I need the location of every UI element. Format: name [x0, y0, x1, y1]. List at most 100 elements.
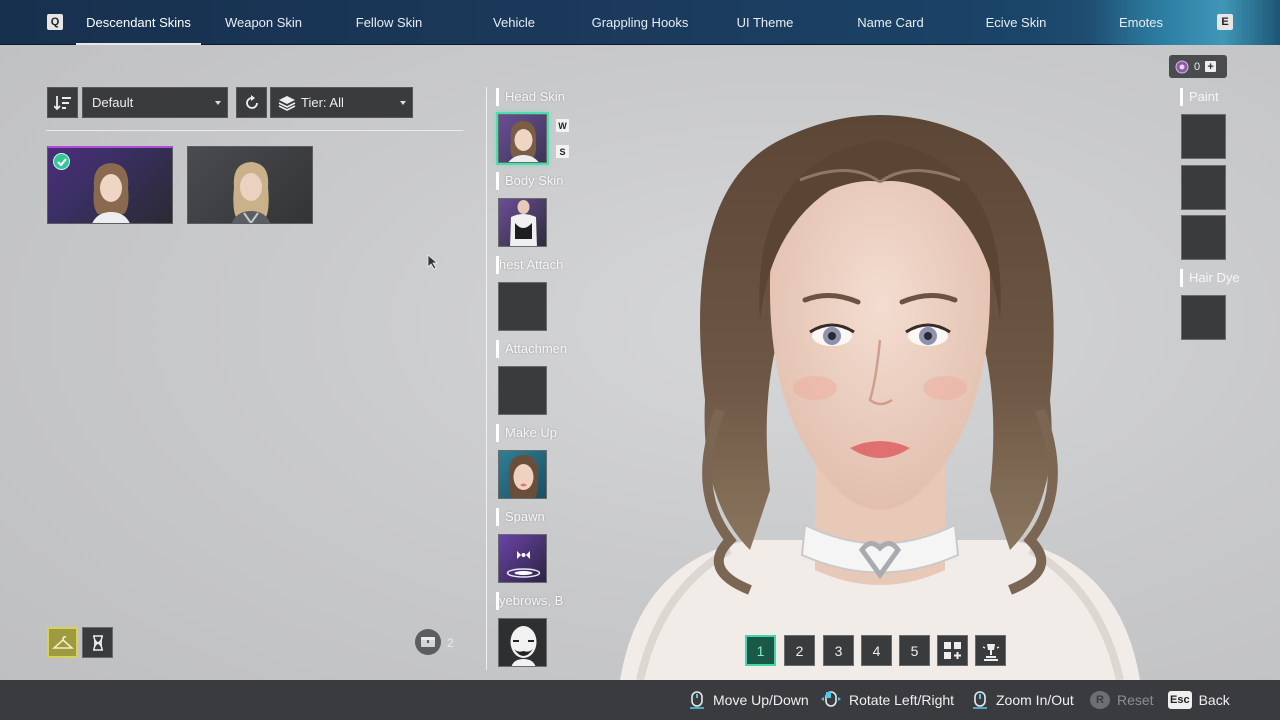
next-tab-key[interactable]: E — [1217, 14, 1233, 30]
sort-dropdown[interactable]: Default — [82, 87, 228, 118]
slot-eyebrows-beard[interactable] — [498, 618, 547, 667]
history-button[interactable] — [82, 627, 113, 658]
hair-dye-label: Hair Dye — [1180, 269, 1240, 287]
hint-back[interactable]: Esc Back — [1168, 680, 1230, 720]
filter-divider — [46, 130, 463, 131]
tab-vehicle[interactable]: Vehicle — [478, 0, 550, 45]
slot-head-skin[interactable] — [496, 112, 549, 165]
tab-label: Fellow Skin — [355, 15, 423, 30]
sort-value: Default — [92, 95, 134, 110]
add-preset-button[interactable] — [937, 635, 968, 666]
skin-portrait — [231, 162, 271, 223]
tab-label: Descendant Skins — [86, 15, 191, 30]
currency-value: 0 — [1194, 60, 1201, 73]
tier-value: Tier: All — [301, 95, 344, 110]
slot-body-skin[interactable] — [498, 198, 547, 247]
hint-label: Move Up/Down — [713, 692, 809, 708]
slot-attachment[interactable] — [498, 366, 547, 415]
spawn-thumbnail — [506, 551, 541, 578]
equipped-check-icon — [53, 153, 70, 170]
hint-label: Zoom In/Out — [996, 692, 1074, 708]
slot-label-head-skin: Head Skin — [496, 88, 576, 106]
character-preview — [620, 115, 1140, 680]
prev-tab-key[interactable]: Q — [47, 14, 63, 30]
skin-card[interactable] — [187, 146, 313, 224]
slot-label-make-up: Make Up — [496, 424, 576, 442]
layers-icon — [278, 96, 296, 111]
caret-down-icon — [400, 101, 406, 105]
storage-button[interactable] — [415, 629, 441, 655]
hint-label: Back — [1198, 692, 1230, 708]
sort-descending-icon — [53, 95, 71, 110]
preset-4[interactable]: 4 — [861, 635, 892, 666]
reset-key: R — [1090, 691, 1110, 709]
body-skin-thumbnail — [510, 200, 537, 246]
skin-portrait — [92, 163, 130, 223]
tab-label: Ecive Skin — [985, 15, 1047, 30]
storage-count: 2 — [447, 636, 454, 650]
mouse-wheel-icon — [973, 691, 987, 709]
slot-label-attachment: Attachmen — [496, 340, 576, 358]
tab-grappling-hooks[interactable]: Grappling Hooks — [580, 0, 700, 45]
preset-3[interactable]: 3 — [823, 635, 854, 666]
wardrobe-button[interactable] — [47, 627, 78, 658]
paint-slot-1[interactable] — [1181, 114, 1226, 159]
hourglass-icon — [92, 634, 103, 651]
slot-column-divider — [486, 87, 487, 670]
bottom-hint-bar — [0, 680, 1280, 720]
tab-weapon-skin[interactable]: Weapon Skin — [213, 0, 314, 45]
skin-card-equipped[interactable] — [47, 146, 173, 224]
slot-label-chest-attachment: hest Attach — [496, 256, 576, 274]
preset-1[interactable]: 1 — [745, 635, 776, 666]
top-nav: Q Descendant Skins Weapon Skin Fellow Sk… — [0, 0, 1280, 45]
weapon-tag: W — [556, 119, 569, 132]
tab-label: Grappling Hooks — [591, 15, 689, 30]
paint-slot-3[interactable] — [1181, 215, 1226, 260]
face-silhouette-icon — [510, 626, 537, 666]
tab-descendant-skins[interactable]: Descendant Skins — [76, 0, 201, 45]
add-currency-button[interactable]: + — [1205, 61, 1217, 73]
hint-move-up-down[interactable]: Move Up/Down — [688, 680, 809, 720]
tab-ecive-skin[interactable]: Ecive Skin — [975, 0, 1057, 45]
hint-rotate[interactable]: Rotate Left/Right — [820, 680, 954, 720]
refresh-icon — [245, 94, 258, 109]
tab-name-card[interactable]: Name Card — [847, 0, 934, 45]
paint-slot-2[interactable] — [1181, 165, 1226, 210]
hint-reset[interactable]: R Reset — [1090, 680, 1154, 720]
paint-label: Paint — [1180, 88, 1219, 106]
tab-ui-theme[interactable]: UI Theme — [727, 0, 803, 45]
hair-dye-slot[interactable] — [1181, 295, 1226, 340]
tab-label: Vehicle — [493, 15, 535, 30]
tab-label: Emotes — [1118, 15, 1164, 30]
mouse-drag-icon — [821, 691, 841, 707]
head-skin-thumbnail — [508, 121, 539, 162]
tier-dropdown[interactable]: Tier: All — [270, 87, 413, 118]
reset-filter-button[interactable] — [236, 87, 267, 118]
hint-label: Reset — [1117, 692, 1154, 708]
preset-5[interactable]: 5 — [899, 635, 930, 666]
slot-spawn[interactable] — [498, 534, 547, 583]
grid-add-icon — [943, 641, 961, 659]
hint-zoom[interactable]: Zoom In/Out — [971, 680, 1074, 720]
hint-label: Rotate Left/Right — [849, 692, 955, 708]
tab-emotes[interactable]: Emotes — [1110, 0, 1172, 45]
paint-token-icon — [1175, 60, 1189, 73]
caret-down-icon — [215, 101, 221, 105]
slot-make-up[interactable] — [498, 450, 547, 499]
skin-tag: S — [556, 145, 569, 158]
preset-2[interactable]: 2 — [784, 635, 815, 666]
sort-button[interactable] — [47, 87, 78, 118]
hanger-icon — [51, 635, 74, 649]
lighting-icon — [982, 643, 999, 661]
lighting-button[interactable] — [975, 635, 1006, 666]
tab-label: Weapon Skin — [224, 15, 303, 30]
esc-key: Esc — [1168, 691, 1192, 709]
mouse-scroll-icon — [690, 691, 704, 709]
slot-chest-attachment[interactable] — [498, 282, 547, 331]
tab-fellow-skin[interactable]: Fellow Skin — [341, 0, 437, 45]
make-up-thumbnail — [508, 455, 539, 498]
slot-label-spawn: Spawn — [496, 508, 576, 526]
tab-label: UI Theme — [736, 15, 794, 30]
mouse-cursor-icon — [427, 254, 439, 270]
tab-label: Name Card — [857, 15, 924, 30]
